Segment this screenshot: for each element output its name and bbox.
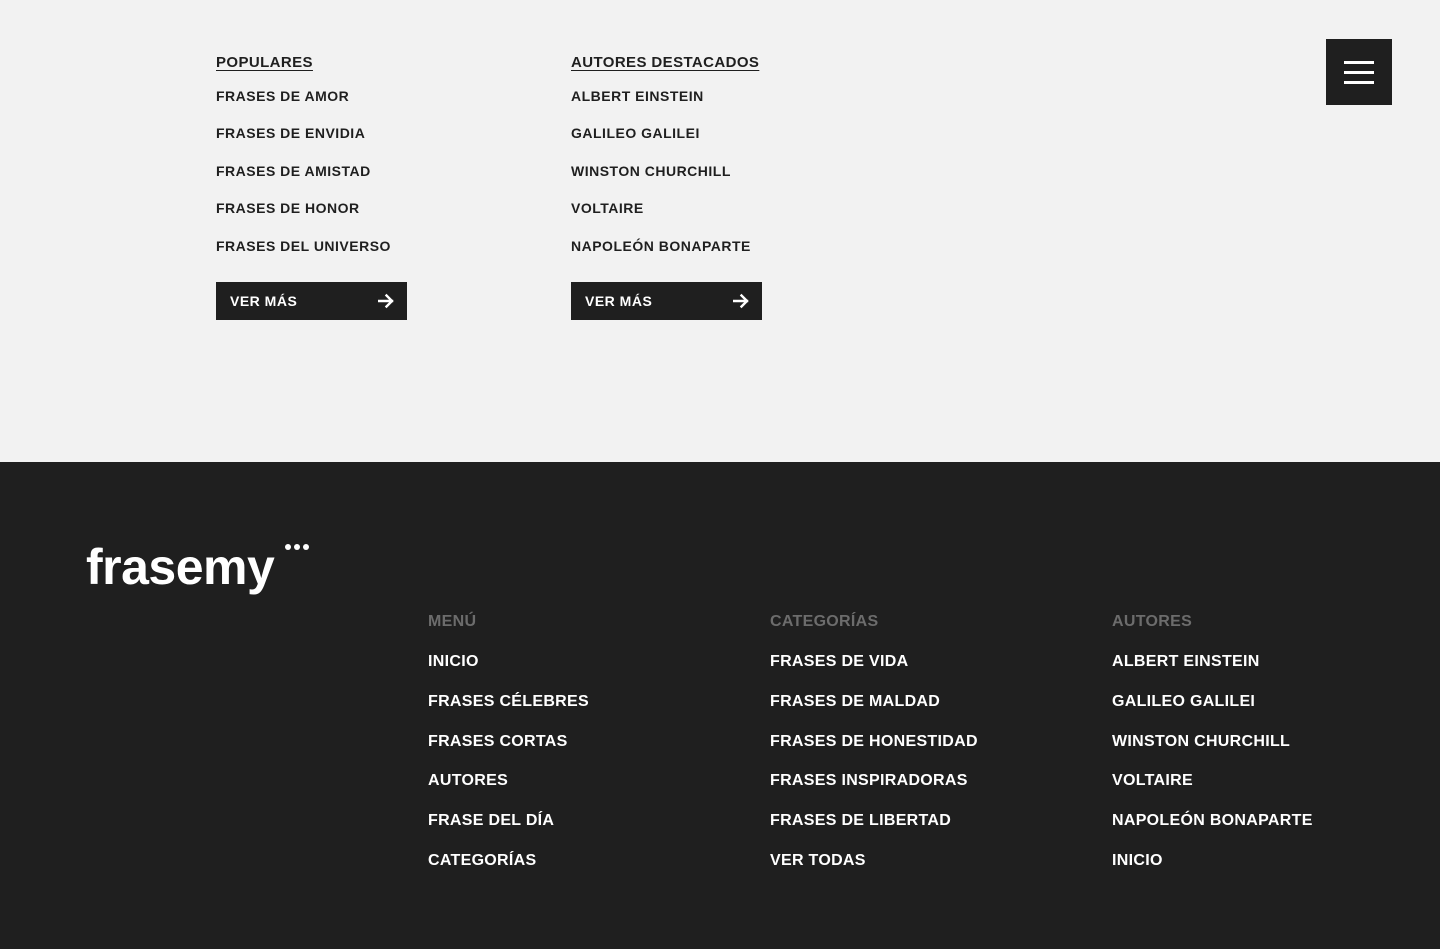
frasemy-logo[interactable]: frasemy	[86, 538, 275, 596]
autor-link-einstein[interactable]: ALBERT EINSTEIN	[571, 87, 831, 124]
autor-link-voltaire[interactable]: VOLTAIRE	[571, 199, 831, 236]
footer-categorias-title: CATEGORÍAS	[770, 613, 879, 630]
mega-menu-panel: POPULARES FRASES DE AMOR FRASES DE ENVID…	[0, 0, 1440, 462]
footer-autores-list: ALBERT EINSTEIN GALILEO GALILEI WINSTON …	[1112, 652, 1412, 891]
footer-categorias-column: CATEGORÍAS FRASES DE VIDA FRASES DE MALD…	[770, 612, 1070, 891]
footer-link-inicio-autores[interactable]: INICIO	[1112, 851, 1412, 891]
footer-menu-title: MENÚ	[428, 613, 477, 630]
footer-link-frases-de-maldad[interactable]: FRASES DE MALDAD	[770, 692, 1070, 732]
hamburger-menu-button[interactable]	[1326, 39, 1392, 105]
footer-link-voltaire[interactable]: VOLTAIRE	[1112, 771, 1412, 811]
hamburger-menu-icon	[1344, 80, 1374, 84]
footer-link-autores[interactable]: AUTORES	[428, 771, 728, 811]
arrow-right-icon	[378, 293, 394, 309]
footer-link-churchill[interactable]: WINSTON CHURCHILL	[1112, 732, 1412, 772]
populares-list: FRASES DE AMOR FRASES DE ENVIDIA FRASES …	[216, 87, 476, 274]
populares-ver-mas-button[interactable]: VER MÁS	[216, 281, 407, 320]
footer-link-frases-inspiradoras[interactable]: FRASES INSPIRADORAS	[770, 771, 1070, 811]
site-footer: frasemy MENÚ INICIO FRASES CÉLEBRES FRAS…	[0, 462, 1440, 949]
autores-destacados-list: ALBERT EINSTEIN GALILEO GALILEI WINSTON …	[571, 87, 831, 274]
populares-link-envidia[interactable]: FRASES DE ENVIDIA	[216, 124, 476, 161]
footer-link-galilei[interactable]: GALILEO GALILEI	[1112, 692, 1412, 732]
hamburger-menu-icon	[1344, 60, 1374, 64]
footer-link-frases-celebres[interactable]: FRASES CÉLEBRES	[428, 692, 728, 732]
populares-ver-mas-label: VER MÁS	[230, 292, 298, 309]
footer-link-frases-de-honestidad[interactable]: FRASES DE HONESTIDAD	[770, 732, 1070, 772]
populares-column: POPULARES FRASES DE AMOR FRASES DE ENVID…	[216, 53, 476, 320]
footer-link-einstein[interactable]: ALBERT EINSTEIN	[1112, 652, 1412, 692]
footer-menu-column: MENÚ INICIO FRASES CÉLEBRES FRASES CORTA…	[428, 612, 728, 891]
autores-ver-mas-button[interactable]: VER MÁS	[571, 281, 762, 320]
footer-autores-title: AUTORES	[1112, 613, 1193, 630]
hamburger-menu-icon	[1344, 70, 1374, 74]
populares-title-link[interactable]: POPULARES	[216, 53, 476, 75]
autor-link-galilei[interactable]: GALILEO GALILEI	[571, 124, 831, 161]
footer-link-frases-cortas[interactable]: FRASES CORTAS	[428, 732, 728, 772]
autores-destacados-title-link[interactable]: AUTORES DESTACADOS	[571, 53, 831, 75]
autores-ver-mas-label: VER MÁS	[585, 292, 653, 309]
populares-link-honor[interactable]: FRASES DE HONOR	[216, 199, 476, 236]
footer-link-frases-de-libertad[interactable]: FRASES DE LIBERTAD	[770, 811, 1070, 851]
footer-link-frases-de-vida[interactable]: FRASES DE VIDA	[770, 652, 1070, 692]
autores-destacados-column: AUTORES DESTACADOS ALBERT EINSTEIN GALIL…	[571, 53, 831, 320]
footer-menu-list: INICIO FRASES CÉLEBRES FRASES CORTAS AUT…	[428, 652, 728, 891]
autor-link-churchill[interactable]: WINSTON CHURCHILL	[571, 162, 831, 199]
footer-link-categorias[interactable]: CATEGORÍAS	[428, 851, 728, 891]
populares-link-amor[interactable]: FRASES DE AMOR	[216, 87, 476, 124]
populares-link-universo[interactable]: FRASES DEL UNIVERSO	[216, 237, 476, 274]
footer-link-ver-todas[interactable]: VER TODAS	[770, 851, 1070, 891]
footer-autores-column: AUTORES ALBERT EINSTEIN GALILEO GALILEI …	[1112, 612, 1412, 891]
footer-categorias-list: FRASES DE VIDA FRASES DE MALDAD FRASES D…	[770, 652, 1070, 891]
populares-link-amistad[interactable]: FRASES DE AMISTAD	[216, 162, 476, 199]
logo-dots-icon	[285, 544, 309, 550]
footer-link-frase-del-dia[interactable]: FRASE DEL DÍA	[428, 811, 728, 851]
arrow-right-icon	[733, 293, 749, 309]
footer-link-inicio[interactable]: INICIO	[428, 652, 728, 692]
footer-link-bonaparte[interactable]: NAPOLEÓN BONAPARTE	[1112, 811, 1412, 851]
autor-link-bonaparte[interactable]: NAPOLEÓN BONAPARTE	[571, 237, 831, 274]
